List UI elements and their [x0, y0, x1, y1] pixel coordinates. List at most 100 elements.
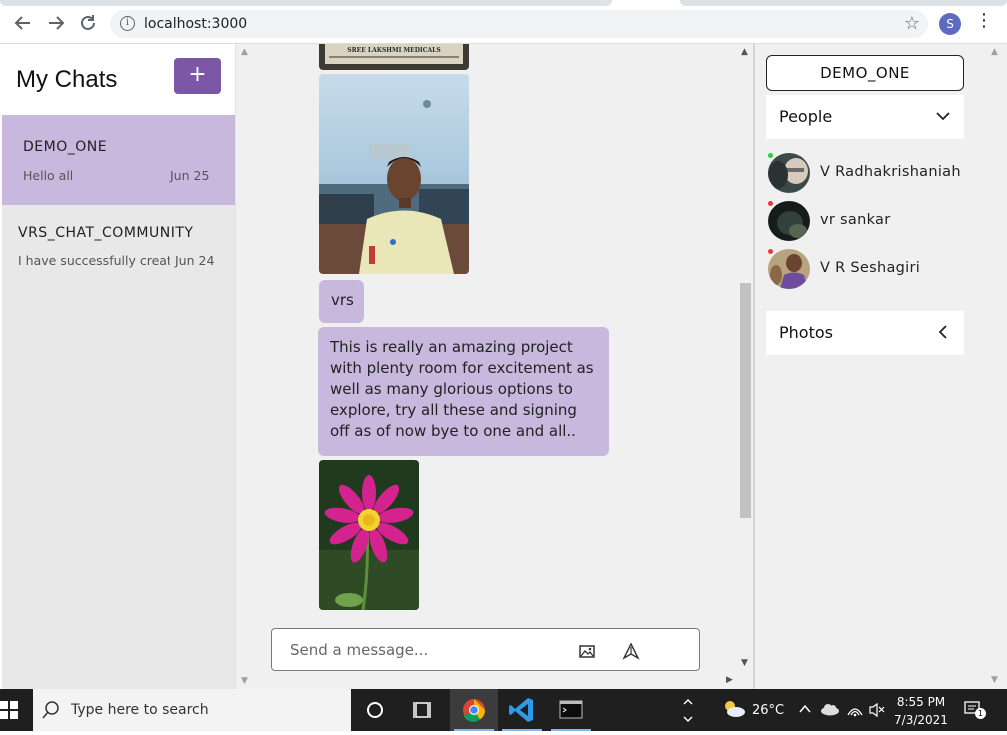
reload-button[interactable]	[77, 12, 99, 34]
address-bar[interactable]: i localhost:3000 ☆	[110, 10, 928, 38]
offline-status-dot	[768, 249, 773, 254]
message-pane: SREE LAKSHMI MEDICALS vrs This is really…	[253, 44, 753, 689]
message-image[interactable]	[319, 74, 469, 274]
clock-time: 8:55 PM	[896, 695, 946, 709]
avatar	[768, 201, 810, 241]
notification-count-badge: 1	[975, 708, 986, 719]
arrow-left-icon	[14, 16, 30, 30]
scrollbar-thumb[interactable]	[740, 283, 751, 518]
avatar	[768, 249, 810, 289]
chat-last-message: I have successfully created	[18, 253, 170, 268]
profile-avatar[interactable]: S	[939, 13, 961, 35]
chat-title-button[interactable]: DEMO_ONE	[766, 55, 964, 91]
search-icon	[42, 701, 59, 719]
forward-button[interactable]	[45, 12, 67, 34]
person-item[interactable]: V R Seshagiri	[768, 249, 988, 289]
reload-icon	[81, 15, 95, 30]
weather-temperature[interactable]: 26°C	[752, 703, 784, 718]
system-clock[interactable]: 8:55 PM 7/3/2021	[888, 693, 954, 729]
message-composer	[271, 628, 700, 671]
search-placeholder: Type here to search	[71, 702, 209, 718]
sign-text: SREE LAKSHMI MEDICALS	[347, 47, 440, 54]
scroll-down-arrow-icon[interactable]: ▼	[991, 675, 998, 685]
message-input[interactable]	[290, 639, 570, 661]
taskbar-vscode[interactable]	[498, 689, 546, 731]
chat-list-item[interactable]: DEMO_ONE Hello all Jun 25	[2, 115, 235, 205]
chat-date: Jun 25	[170, 168, 210, 183]
attach-image-button[interactable]	[578, 642, 596, 660]
people-label: People	[779, 107, 833, 126]
taskbar-terminal[interactable]	[547, 689, 595, 731]
flower-photo-image	[319, 460, 419, 610]
scroll-up-arrow-icon[interactable]: ▲	[991, 47, 998, 57]
taskbar-chrome[interactable]	[450, 689, 498, 731]
people-accordion[interactable]: People	[766, 95, 964, 139]
person-photo-image	[768, 201, 810, 241]
chat-name: VRS_CHAT_COMMUNITY	[18, 225, 194, 241]
message-bubble: vrs	[319, 280, 364, 323]
scroll-down-arrow-icon[interactable]: ▼	[736, 658, 753, 668]
chrome-icon	[463, 699, 486, 722]
chevron-updown-icon	[683, 699, 693, 722]
scroll-up-arrow-icon[interactable]: ▲	[736, 47, 753, 57]
person-item[interactable]: V Radhakrishaniah	[768, 153, 988, 193]
new-group-chat-button[interactable]: +	[174, 58, 221, 94]
person-photo-image	[768, 153, 810, 193]
back-button[interactable]	[12, 12, 34, 34]
person-name: V R Seshagiri	[820, 260, 921, 276]
chevron-left-icon	[938, 325, 947, 339]
tab-strip	[0, 0, 612, 6]
action-center-button[interactable]: 1	[963, 700, 986, 719]
medical-sign-image: SREE LAKSHMI MEDICALS	[319, 44, 469, 70]
chat-details-pane: DEMO_ONE People V Radhakrishaniah vr san…	[753, 44, 1007, 689]
person-name: vr sankar	[820, 212, 891, 228]
chat-app: My Chats + DEMO_ONE Hello all Jun 25 VRS…	[0, 44, 1007, 689]
photos-label: Photos	[779, 323, 833, 342]
message-image[interactable]	[319, 460, 419, 610]
chat-list-item[interactable]: VRS_CHAT_COMMUNITY I have successfully c…	[2, 205, 235, 295]
photos-accordion[interactable]: Photos	[766, 311, 964, 355]
weather-icon[interactable]	[721, 697, 747, 721]
onedrive-cloud-icon[interactable]	[820, 702, 840, 716]
windows-taskbar: Type here to search 26°C 8:55 PM 7/3/202…	[0, 689, 1007, 731]
taskbar-scroll-button[interactable]	[680, 689, 696, 731]
address-url: localhost:3000	[144, 16, 248, 32]
chevron-up-icon[interactable]	[798, 702, 812, 716]
site-info-icon[interactable]: i	[120, 16, 135, 31]
arrow-right-icon	[49, 16, 65, 30]
wifi-icon[interactable]	[846, 701, 864, 719]
my-chats-header: My Chats +	[2, 44, 235, 115]
cortana-icon	[367, 702, 383, 718]
tab-strip-right	[680, 0, 1007, 6]
online-status-dot	[768, 153, 773, 158]
scroll-up-arrow-icon[interactable]: ▲	[236, 47, 253, 57]
chevron-down-icon	[936, 112, 950, 121]
volume-muted-icon[interactable]	[868, 702, 886, 718]
chat-date: Jun 24	[175, 253, 215, 268]
person-name: V Radhakrishaniah	[820, 164, 961, 180]
scroll-down-arrow-icon[interactable]: ▼	[236, 676, 253, 686]
browser-menu-icon[interactable]: ⋮	[975, 10, 993, 31]
chat-name: DEMO_ONE	[23, 139, 108, 155]
clock-date: 7/3/2021	[894, 713, 948, 727]
task-view-button[interactable]	[399, 689, 447, 731]
chat-last-message: Hello all	[23, 168, 74, 183]
avatar	[768, 153, 810, 193]
message-image[interactable]: SREE LAKSHMI MEDICALS	[319, 44, 469, 70]
windows-start-icon[interactable]	[0, 701, 18, 719]
chat-list-scrollbar[interactable]: ▲ ▼	[235, 44, 253, 689]
vscode-icon	[509, 698, 533, 722]
scroll-right-arrow-icon[interactable]: ▶	[726, 675, 733, 685]
send-button[interactable]	[622, 642, 640, 660]
task-view-icon	[413, 702, 431, 718]
message-scrollbar[interactable]: ▲ ▼	[736, 44, 753, 689]
cortana-button[interactable]	[351, 689, 399, 731]
send-icon	[622, 642, 640, 660]
browser-toolbar: i localhost:3000 ☆ S ⋮	[0, 0, 1007, 44]
terminal-icon	[559, 700, 583, 719]
bookmark-star-icon[interactable]: ☆	[904, 13, 920, 34]
my-chats-title: My Chats	[16, 66, 118, 93]
message-bubble: This is really an amazing project with p…	[318, 327, 609, 456]
taskbar-search[interactable]: Type here to search	[33, 689, 351, 731]
person-item[interactable]: vr sankar	[768, 201, 988, 241]
